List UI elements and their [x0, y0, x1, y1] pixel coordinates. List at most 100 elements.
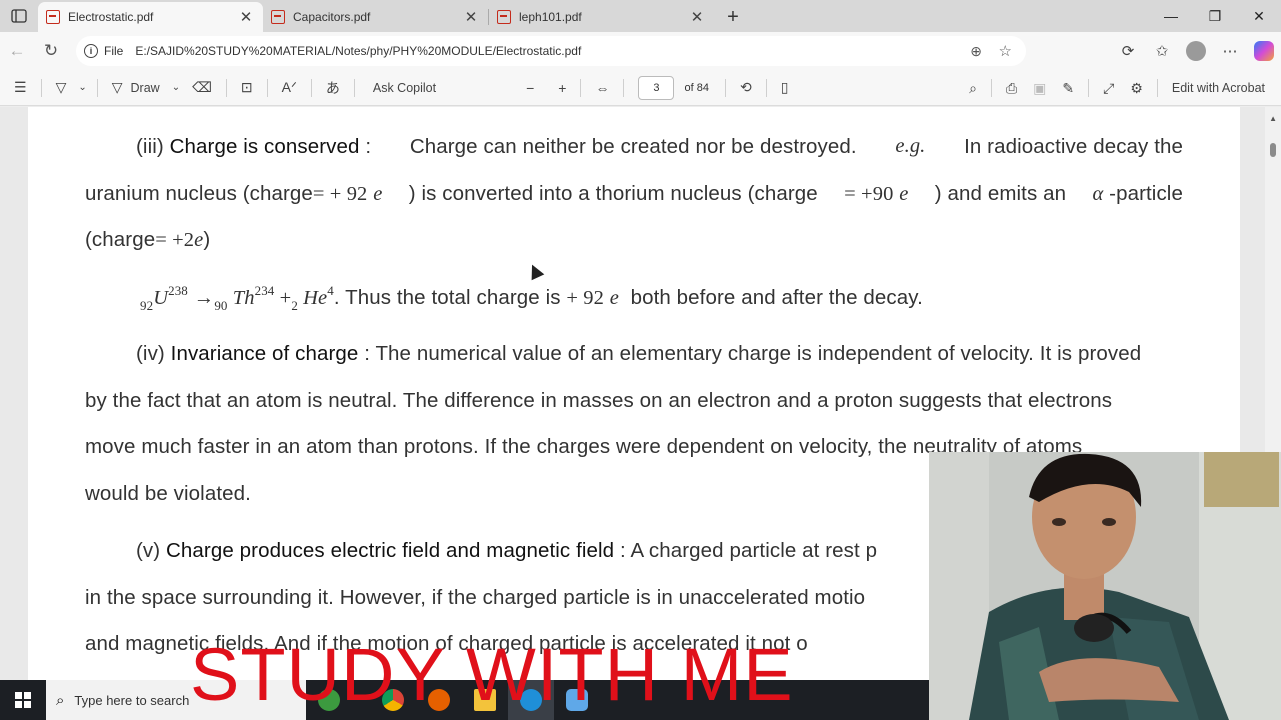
- read-aloud-icon[interactable]: Aᐟ: [274, 70, 305, 106]
- paragraph-v-line1: (v) Charge produces electric field and m…: [136, 539, 877, 563]
- text-span: : The numerical value of an elementary c…: [358, 342, 1142, 365]
- math-span: = +90: [844, 183, 894, 205]
- contents-icon[interactable]: ☰: [6, 70, 35, 106]
- extensions-icon[interactable]: ⟳: [1111, 42, 1145, 60]
- text-span: (charge: [85, 228, 156, 251]
- url-field[interactable]: i File E:/SAJID%20STUDY%20MATERIAL/Notes…: [76, 36, 1026, 66]
- pdf-toolbar-right: ⌕ ⎙ ▣ ✎ ⤢ ⚙ Edit with Acrobat: [961, 70, 1273, 106]
- pdf-icon: [271, 10, 285, 24]
- pdf-icon: [497, 10, 511, 24]
- url-text[interactable]: E:/SAJID%20STUDY%20MATERIAL/Notes/phy/PH…: [135, 44, 581, 58]
- tab-capacitors[interactable]: Capacitors.pdf ✕: [263, 2, 488, 32]
- save-as-icon[interactable]: ✎: [1054, 70, 1082, 106]
- page-view-icon[interactable]: ▯: [773, 70, 797, 106]
- paragraph-heading: Charge is conserved: [169, 135, 360, 158]
- favorites-icon[interactable]: ✩: [1145, 42, 1179, 60]
- paragraph-iii-line1: (iii) Charge is conserved : Charge can n…: [85, 135, 1183, 159]
- profile-avatar[interactable]: [1186, 41, 1206, 61]
- separator: :: [359, 135, 372, 158]
- math-span: 234: [254, 283, 275, 298]
- close-window-icon[interactable]: ✕: [1237, 0, 1281, 32]
- windows-logo-icon: [15, 692, 31, 708]
- tab-electrostatic[interactable]: Electrostatic.pdf ✕: [38, 2, 263, 32]
- math-span: U: [153, 287, 169, 309]
- paragraph-iii-line2: uranium nucleus (charge= + 92 e ) is con…: [85, 182, 1183, 206]
- fullscreen-icon[interactable]: ⤢: [1095, 70, 1122, 106]
- zoom-in-icon[interactable]: +: [550, 70, 574, 106]
- page-total: of 84: [684, 81, 709, 94]
- decay-equation: 92U238 →90 Th234 +2 He4. Thus the total …: [140, 283, 923, 314]
- close-icon[interactable]: ✕: [688, 8, 706, 26]
- rotate-icon[interactable]: ⟲: [732, 70, 760, 106]
- paragraph-v-line2: in the space surrounding it. However, if…: [85, 586, 866, 609]
- divider: [353, 78, 355, 97]
- math-span: e: [899, 183, 909, 205]
- math-span: 2: [291, 298, 298, 313]
- maximize-icon[interactable]: ❐: [1193, 0, 1237, 32]
- divider: [724, 78, 726, 97]
- eraser-icon[interactable]: ⌫: [184, 70, 220, 106]
- math-span: Th: [227, 287, 255, 309]
- scroll-up-icon[interactable]: ▲: [1269, 114, 1277, 123]
- math-span: +: [274, 287, 292, 309]
- text-span: In radioactive decay the: [964, 135, 1183, 158]
- gear-icon[interactable]: ⚙: [1122, 70, 1151, 106]
- draw-button[interactable]: ▽ Draw: [104, 70, 168, 106]
- text-span: e.g.: [895, 135, 926, 157]
- math-span: 90: [214, 298, 228, 313]
- math-span: α: [1092, 183, 1104, 205]
- refresh-button[interactable]: ↻: [34, 34, 68, 68]
- divider: [225, 78, 227, 97]
- tab-actions-icon[interactable]: [0, 0, 38, 32]
- paragraph-heading: Invariance of charge: [170, 342, 359, 365]
- divider: [1156, 79, 1158, 97]
- text-span: uranium nucleus (charge: [85, 182, 313, 205]
- favorite-star-icon[interactable]: ☆: [999, 42, 1012, 60]
- text-span: . Thus the total charge is: [333, 286, 561, 309]
- ask-copilot-button[interactable]: Ask Copilot: [361, 70, 448, 106]
- tab-title: Electrostatic.pdf: [68, 10, 154, 24]
- webcam-overlay: [929, 452, 1281, 720]
- window-controls: — ❐ ✕: [1149, 0, 1281, 32]
- divider: [990, 79, 992, 97]
- text-span: = +90 e: [844, 182, 908, 206]
- math-span: e: [609, 287, 619, 309]
- new-tab-button[interactable]: +: [718, 2, 748, 32]
- math-span: = +2: [155, 229, 195, 251]
- add-text-icon[interactable]: ⊡: [233, 70, 261, 106]
- back-button[interactable]: ←: [0, 34, 34, 68]
- print-icon[interactable]: ⎙: [998, 70, 1025, 106]
- text-span: : A charged particle at rest p: [614, 539, 878, 562]
- more-icon[interactable]: ⋯: [1213, 42, 1247, 60]
- scrollbar-thumb[interactable]: [1270, 143, 1276, 157]
- text-span: Charge can neither be created nor be des…: [409, 135, 857, 158]
- divider: [580, 78, 582, 97]
- pdf-toolbar: ☰ ▽ ⌄ ▽ Draw ⌄ ⌫ ⊡ Aᐟ あ Ask Copilot − + ⇔…: [0, 70, 1281, 106]
- translate-icon[interactable]: あ: [318, 70, 348, 106]
- page-number-input[interactable]: 3: [638, 75, 675, 100]
- save-icon[interactable]: ▣: [1025, 70, 1054, 106]
- item-number: (v): [136, 539, 161, 562]
- browser-actions: ⟳ ✩ ⋯: [1111, 32, 1281, 70]
- search-icon[interactable]: ⌕: [961, 70, 985, 106]
- text-span: both before and after the decay.: [630, 286, 923, 309]
- highlight-icon[interactable]: ▽: [48, 70, 75, 106]
- start-button[interactable]: [0, 680, 46, 720]
- close-icon[interactable]: ✕: [462, 8, 480, 26]
- zoom-out-icon[interactable]: −: [518, 70, 542, 106]
- text-span: (iii) Charge is conserved :: [85, 135, 371, 159]
- text-span: α -particle: [1092, 182, 1182, 206]
- tab-leph101[interactable]: leph101.pdf ✕: [489, 2, 714, 32]
- chevron-down-icon[interactable]: ⌄: [74, 70, 90, 106]
- fit-page-icon[interactable]: ⇔: [587, 70, 617, 106]
- copilot-icon[interactable]: [1254, 41, 1274, 61]
- close-icon[interactable]: ✕: [237, 8, 255, 26]
- edit-with-acrobat-button[interactable]: Edit with Acrobat: [1164, 70, 1273, 106]
- minimize-icon[interactable]: —: [1149, 0, 1193, 32]
- info-icon[interactable]: i: [84, 44, 98, 58]
- text-span: -particle: [1109, 182, 1183, 205]
- item-number: (iii): [136, 135, 164, 158]
- zoom-icon[interactable]: ⊕: [970, 43, 982, 60]
- chevron-down-icon[interactable]: ⌄: [168, 70, 184, 106]
- divider: [1088, 79, 1090, 97]
